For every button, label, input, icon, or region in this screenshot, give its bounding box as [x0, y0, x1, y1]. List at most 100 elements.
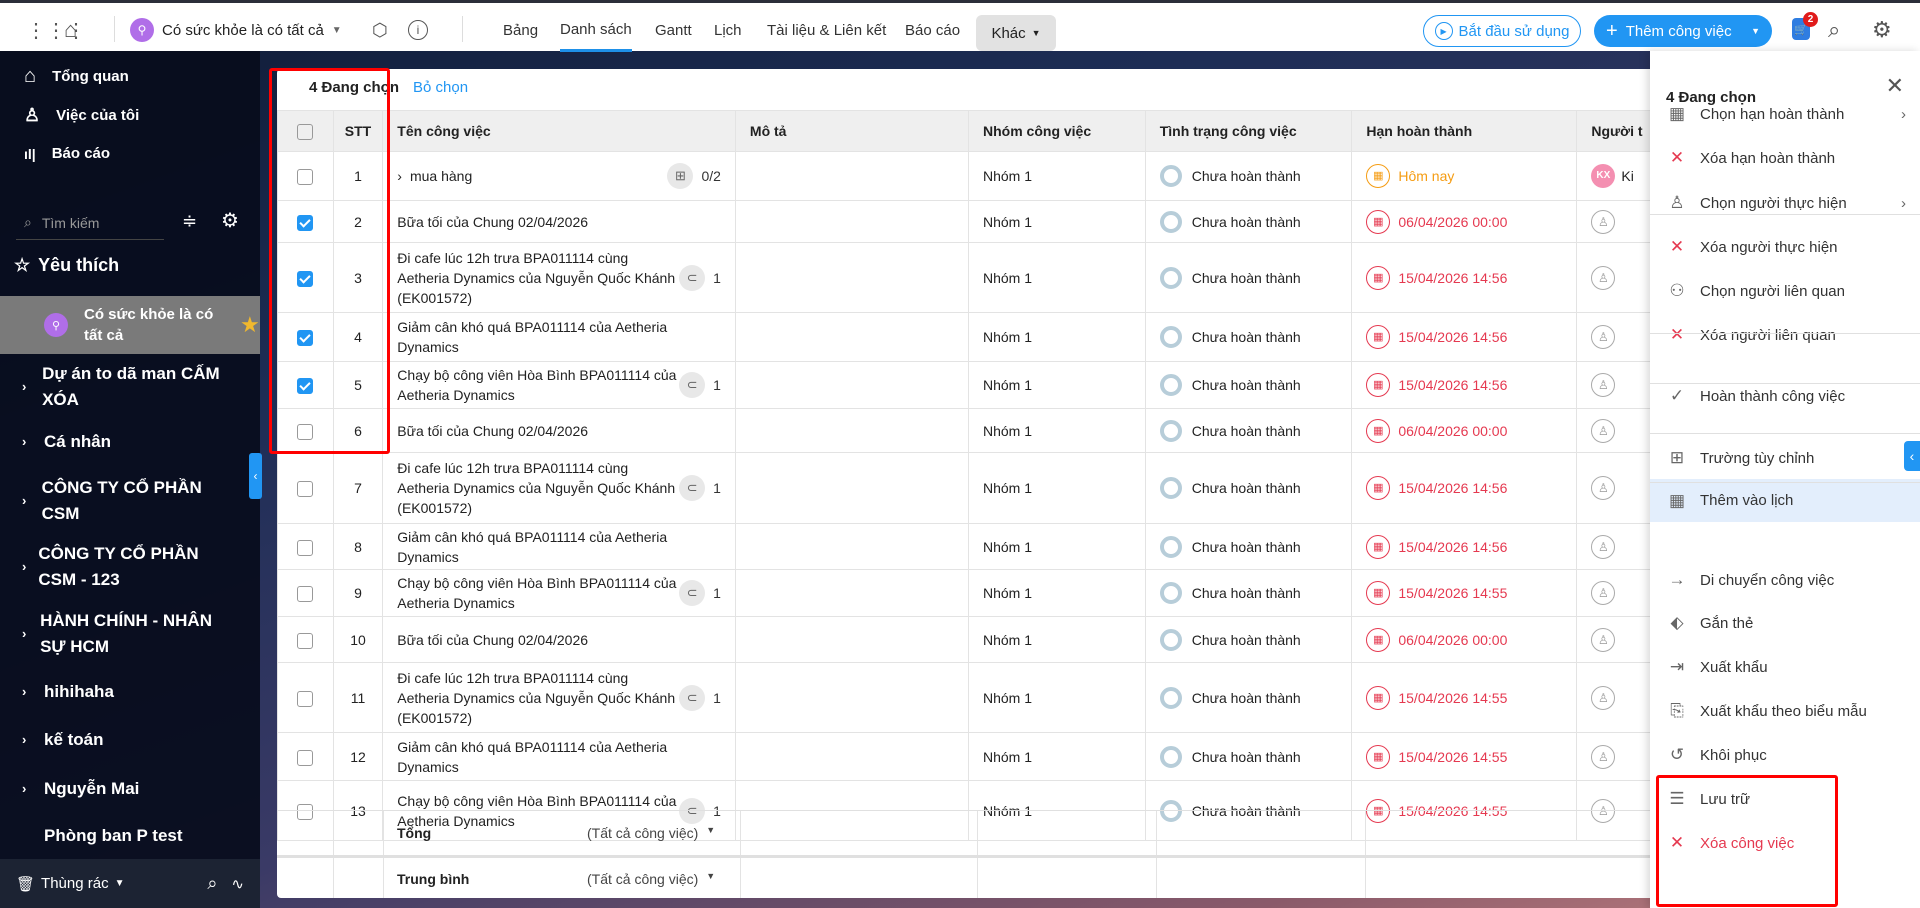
- trash-button[interactable]: Thùng rác: [41, 875, 109, 892]
- add-assignee-icon[interactable]: ♙: [1591, 744, 1616, 769]
- task-name[interactable]: Đi cafe lúc 12h trưa BPA011114 cùng Aeth…: [397, 458, 679, 518]
- search-icon[interactable]: ⌕: [1828, 6, 1840, 54]
- table-row[interactable]: 5 Chạy bộ công viên Hòa Bình BPA011114 c…: [277, 361, 1677, 409]
- description-cell[interactable]: [734, 523, 970, 570]
- expand-side-button[interactable]: ‹: [1904, 441, 1920, 471]
- task-name[interactable]: Giảm cân khó quá BPA011114 của Aetheria …: [397, 317, 687, 357]
- cart-icon[interactable]: 🛒 2: [1792, 12, 1818, 40]
- due-date-cell[interactable]: ▦ 15/04/2026 14:56: [1366, 325, 1562, 349]
- tab-list[interactable]: Danh sách: [560, 6, 632, 52]
- add-assignee-icon[interactable]: ♙: [1591, 418, 1616, 443]
- table-row[interactable]: 6 Bữa tối của Chung 02/04/2026 Nhóm 1 Ch…: [277, 408, 1677, 453]
- tree-item[interactable]: › Cá nhân: [22, 429, 242, 455]
- sidebar-item-my-tasks[interactable]: ♙ Việc của tôi: [24, 105, 139, 126]
- summary-scope-dropdown[interactable]: (Tất cả công việc) ▼: [587, 825, 715, 841]
- description-cell[interactable]: [734, 151, 970, 201]
- task-name[interactable]: Bữa tối của Chung 02/04/2026: [397, 212, 588, 232]
- column-header-status[interactable]: Tình trạng công việc: [1144, 110, 1353, 152]
- add-assignee-icon[interactable]: ♙: [1591, 476, 1616, 500]
- action-xoa-cong-viec[interactable]: ✕ Xóa công việc: [1650, 823, 1920, 863]
- favorite-item[interactable]: ⚲ Có sức khỏe là có tất cả ★: [0, 296, 260, 354]
- tree-item[interactable]: › CÔNG TY CỔ PHẦN CSM - 123: [22, 541, 222, 593]
- activity-icon[interactable]: ∿: [231, 875, 244, 893]
- status-circle-icon[interactable]: [1159, 582, 1182, 604]
- column-header-due[interactable]: Hạn hoàn thành: [1351, 110, 1578, 152]
- tab-reports[interactable]: Báo cáo: [905, 6, 960, 54]
- group-cell[interactable]: Nhóm 1: [968, 242, 1146, 313]
- row-checkbox[interactable]: [297, 330, 314, 347]
- description-cell[interactable]: [734, 242, 970, 313]
- hexagon-settings-icon[interactable]: ⬡: [372, 6, 388, 54]
- status-cell[interactable]: Chưa hoàn thành: [1159, 686, 1338, 709]
- row-checkbox[interactable]: [297, 481, 314, 498]
- tab-gantt[interactable]: Gantt: [655, 6, 692, 54]
- status-circle-icon[interactable]: [1159, 477, 1182, 499]
- group-cell[interactable]: Nhóm 1: [968, 312, 1146, 362]
- action-xuat-khau-theo-bieu-mau[interactable]: ⎘ Xuất khẩu theo biểu mẫu: [1650, 691, 1920, 731]
- project-selector[interactable]: ⚲ Có sức khỏe là có tất cả ▼: [130, 6, 342, 54]
- summary-scope-dropdown[interactable]: (Tất cả công việc) ▼: [587, 871, 715, 887]
- table-row[interactable]: 7 Đi cafe lúc 12h trưa BPA011114 cùng Ae…: [277, 452, 1677, 524]
- add-assignee-icon[interactable]: ♙: [1591, 209, 1616, 234]
- select-all-checkbox[interactable]: [297, 123, 314, 140]
- tab-board[interactable]: Bảng: [503, 6, 538, 54]
- star-filled-icon[interactable]: ★: [240, 312, 260, 338]
- tree-item[interactable]: › HÀNH CHÍNH - NHÂN SỰ HCM: [22, 608, 242, 660]
- attachment-count[interactable]: ⊂ 1: [679, 264, 721, 291]
- action-truong-tuy-chinh[interactable]: ⊞ Trường tùy chỉnh: [1650, 438, 1920, 478]
- status-cell[interactable]: Chưa hoàn thành: [1159, 582, 1338, 604]
- status-circle-icon[interactable]: [1159, 326, 1182, 348]
- due-date-cell[interactable]: ▦ 06/04/2026 00:00: [1366, 209, 1562, 234]
- table-row[interactable]: 3 Đi cafe lúc 12h trưa BPA011114 cùng Ae…: [277, 242, 1677, 313]
- row-checkbox[interactable]: [297, 214, 314, 231]
- action-xuat-khau[interactable]: ⇥ Xuất khẩu: [1650, 647, 1920, 687]
- task-name[interactable]: mua hàng: [410, 166, 472, 186]
- status-cell[interactable]: Chưa hoàn thành: [1159, 535, 1338, 558]
- due-date-cell[interactable]: ▦ 15/04/2026 14:56: [1366, 534, 1562, 559]
- status-cell[interactable]: Chưa hoàn thành: [1159, 419, 1338, 442]
- tree-item[interactable]: › Dự án to dã man CẤM XÓA: [22, 361, 242, 413]
- attachment-count[interactable]: ⊂ 1: [679, 372, 721, 398]
- column-header-stt[interactable]: STT: [332, 110, 384, 152]
- due-date-cell[interactable]: ▦ 15/04/2026 14:55: [1366, 685, 1562, 710]
- sidebar-item-overview[interactable]: ⌂ Tổng quan: [24, 65, 129, 88]
- add-assignee-icon[interactable]: ♙: [1591, 265, 1616, 290]
- description-cell[interactable]: [734, 312, 970, 362]
- status-circle-icon[interactable]: [1159, 419, 1182, 442]
- tree-item[interactable]: › CÔNG TY CỔ PHẦN CSM: [22, 475, 222, 527]
- due-date-cell[interactable]: ▦ 15/04/2026 14:56: [1366, 476, 1562, 500]
- table-row[interactable]: 12 Giảm cân khó quá BPA011114 của Aether…: [277, 732, 1677, 781]
- collapse-all-icon[interactable]: ≑: [182, 211, 197, 232]
- row-checkbox[interactable]: [297, 539, 314, 556]
- add-assignee-icon[interactable]: ♙: [1591, 627, 1616, 652]
- description-cell[interactable]: [734, 732, 970, 781]
- status-circle-icon[interactable]: [1159, 165, 1182, 187]
- status-circle-icon[interactable]: [1159, 374, 1182, 396]
- row-checkbox[interactable]: [297, 270, 314, 287]
- group-cell[interactable]: Nhóm 1: [968, 408, 1146, 453]
- group-cell[interactable]: Nhóm 1: [968, 662, 1146, 733]
- task-name[interactable]: Chạy bộ công viên Hòa Bình BPA011114 của…: [397, 573, 679, 613]
- row-checkbox[interactable]: [297, 378, 314, 395]
- status-circle-icon[interactable]: [1159, 535, 1182, 558]
- description-cell[interactable]: [734, 569, 970, 617]
- action-xoa-nguoi-lien-quan[interactable]: ✕ Xóa người liên quan: [1650, 315, 1920, 355]
- group-cell[interactable]: Nhóm 1: [968, 523, 1146, 570]
- status-circle-icon[interactable]: [1159, 628, 1182, 651]
- subtask-count[interactable]: ⊞ 0/2: [667, 163, 721, 189]
- description-cell[interactable]: [734, 408, 970, 453]
- row-checkbox[interactable]: [297, 169, 314, 186]
- action-khoi-phuc[interactable]: ↺ Khôi phục: [1650, 735, 1920, 775]
- add-assignee-icon[interactable]: ♙: [1591, 685, 1616, 710]
- table-row[interactable]: 1 › mua hàng ⊞ 0/2 Nhóm 1 Chưa hoàn thành ▦…: [277, 151, 1677, 201]
- action-di-chuyen-cong-viec[interactable]: → Di chuyển công việc: [1650, 560, 1920, 600]
- chevron-right-icon[interactable]: ›: [397, 166, 402, 186]
- add-assignee-icon[interactable]: ♙: [1591, 581, 1616, 605]
- add-assignee-icon[interactable]: ♙: [1591, 534, 1616, 559]
- deselect-link[interactable]: Bỏ chọn: [413, 79, 468, 96]
- tab-calendar[interactable]: Lịch: [714, 6, 742, 54]
- table-row[interactable]: 2 Bữa tối của Chung 02/04/2026 Nhóm 1 Ch…: [277, 200, 1677, 243]
- due-date-cell[interactable]: ▦ 15/04/2026 14:56: [1366, 373, 1562, 397]
- action-chon-nguoi-thuc-hien[interactable]: ♙ Chọn người thực hiện ›: [1650, 183, 1920, 223]
- group-cell[interactable]: Nhóm 1: [968, 569, 1146, 617]
